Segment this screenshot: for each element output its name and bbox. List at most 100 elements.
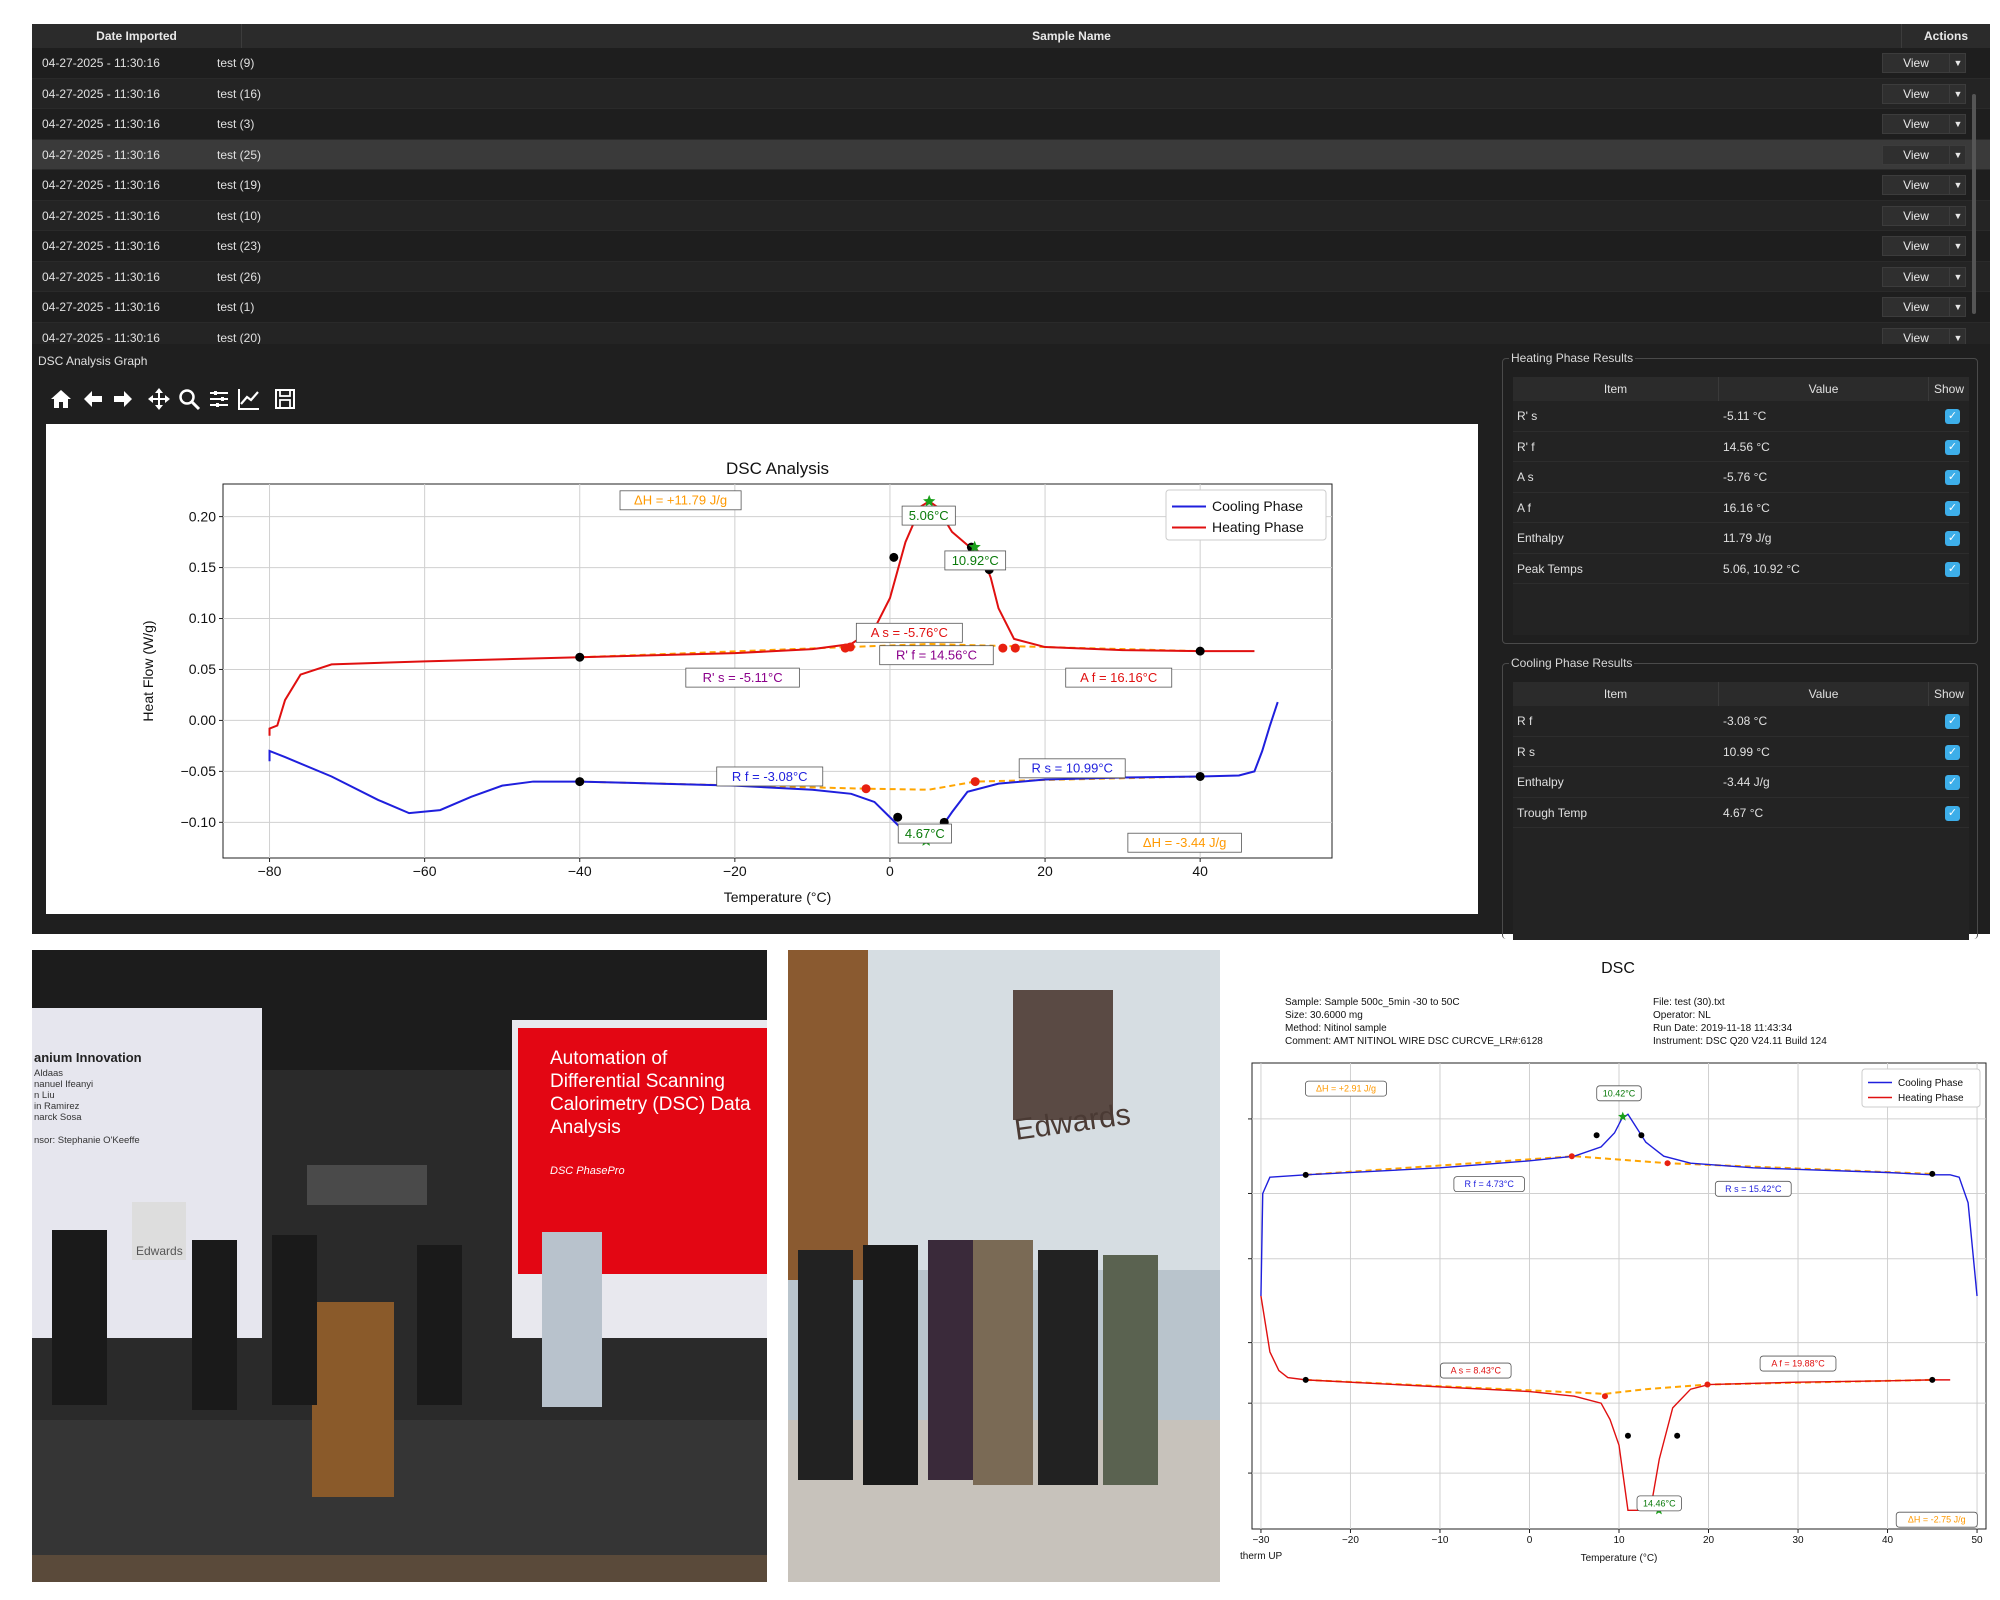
table-row[interactable]: 04-27-2025 - 11:30:16 test (3) View ▼ <box>32 109 1990 140</box>
view-button[interactable]: View <box>1883 115 1949 133</box>
edit-axis-icon[interactable] <box>236 386 262 412</box>
col-date-imported[interactable]: Date Imported <box>32 24 242 48</box>
view-action[interactable]: View ▼ <box>1882 327 1966 345</box>
zoom-icon[interactable] <box>176 386 202 412</box>
view-button[interactable]: View <box>1883 237 1949 255</box>
show-checkbox[interactable]: ✓ <box>1945 561 1960 577</box>
annotation-label: 5.06°C <box>909 508 949 523</box>
chevron-down-icon[interactable]: ▼ <box>1949 54 1966 72</box>
annotation-box: A f = 16.16°C <box>1065 667 1173 688</box>
view-action[interactable]: View ▼ <box>1882 175 1966 195</box>
table-row[interactable]: 04-27-2025 - 11:30:16 test (23) View ▼ <box>32 231 1990 262</box>
dsc-report-chart[interactable]: −30 −20 −10 0 10 20 30 40 50 Temperature (°C) ΔH =… <box>1240 950 1996 1590</box>
view-action[interactable]: View ▼ <box>1882 114 1966 134</box>
view-action[interactable]: View ▼ <box>1882 83 1966 104</box>
view-button[interactable]: View <box>1883 329 1949 345</box>
table-row[interactable]: 04-27-2025 - 11:30:16 test (19) View ▼ <box>32 170 1990 201</box>
table-row[interactable]: 04-27-2025 - 11:30:16 test (1) View ▼ <box>32 292 1990 323</box>
result-item: A f <box>1517 500 1532 515</box>
configure-subplots-icon[interactable] <box>206 386 232 412</box>
dsc-analysis-chart[interactable]: DSC Analysis −80 −60 −40 −20 0 20 40 0.20 0.15 0.1… <box>46 424 1478 914</box>
table-row[interactable]: 04-27-2025 - 11:30:16 test (20) View ▼ <box>32 322 1990 345</box>
view-action[interactable]: View ▼ <box>1882 144 1966 165</box>
show-checkbox[interactable]: ✓ <box>1945 714 1960 729</box>
result-item: R s <box>1517 744 1535 759</box>
pan-icon[interactable] <box>146 386 172 412</box>
home-icon[interactable] <box>48 386 74 412</box>
cooling-col-item[interactable]: Item <box>1513 682 1719 706</box>
col-sample-name[interactable]: Sample Name <box>242 24 1902 48</box>
table-row[interactable]: 04-27-2025 - 11:30:16 test (9) View ▼ <box>32 48 1990 79</box>
chevron-down-icon[interactable]: ▼ <box>1949 176 1966 194</box>
red-marker <box>970 777 980 787</box>
black-marker <box>1302 1376 1309 1383</box>
cooling-col-value[interactable]: Value <box>1719 682 1929 706</box>
view-button[interactable]: View <box>1883 54 1949 72</box>
view-button[interactable]: View <box>1883 268 1949 286</box>
table-row[interactable]: 04-27-2025 - 11:30:16 test (10) View ▼ <box>32 200 1990 231</box>
ceiling-monitor <box>307 1165 427 1205</box>
annotation-box: ΔH = -2.75 J/g <box>1895 1511 1978 1528</box>
show-checkbox[interactable]: ✓ <box>1945 470 1960 485</box>
annotation-label: 14.46°C <box>1643 1498 1676 1508</box>
table-row[interactable]: 04-27-2025 - 11:30:16 test (26) View ▼ <box>32 261 1990 292</box>
result-item: R' s <box>1517 409 1538 423</box>
show-checkbox[interactable]: ✓ <box>1945 775 1960 790</box>
heating-result-row: Peak Temps 5.06, 10.92 °C ✓ <box>1513 554 1969 584</box>
date-imported-cell: 04-27-2025 - 11:30:16 <box>42 300 160 314</box>
view-action[interactable]: View ▼ <box>1882 53 1966 73</box>
podium <box>312 1302 394 1497</box>
show-checkbox[interactable]: ✓ <box>1945 439 1960 455</box>
date-imported-cell: 04-27-2025 - 11:30:16 <box>42 56 160 70</box>
result-value: -5.11 °C <box>1723 409 1767 423</box>
show-checkbox[interactable]: ✓ <box>1945 805 1960 821</box>
annotation-box: 14.46°C <box>1636 1495 1682 1512</box>
black-marker <box>1624 1432 1631 1439</box>
x-tick-label: −80 <box>258 863 282 879</box>
chevron-down-icon[interactable]: ▼ <box>1949 145 1966 164</box>
show-checkbox[interactable]: ✓ <box>1945 744 1960 760</box>
heating-col-item[interactable]: Item <box>1513 377 1719 401</box>
view-button[interactable]: View <box>1883 298 1949 316</box>
view-action[interactable]: View ▼ <box>1882 205 1966 226</box>
view-button[interactable]: View <box>1883 85 1949 103</box>
chevron-down-icon[interactable]: ▼ <box>1949 84 1966 103</box>
report-corner-label: therm UP <box>1240 1551 1283 1562</box>
cooling-col-show[interactable]: Show <box>1929 682 1969 706</box>
view-button[interactable]: View <box>1883 146 1949 164</box>
black-marker <box>893 812 903 822</box>
dsc-analysis-plot[interactable]: DSC Analysis −80 −60 −40 −20 0 20 40 0.20 0.15 0.1… <box>46 424 1478 914</box>
chevron-down-icon[interactable]: ▼ <box>1949 115 1966 133</box>
heating-col-value[interactable]: Value <box>1719 377 1929 401</box>
col-actions[interactable]: Actions <box>1902 24 1990 48</box>
svg-text:Analysis: Analysis <box>550 1117 621 1138</box>
result-item: A s <box>1517 470 1534 484</box>
view-button[interactable]: View <box>1883 176 1949 194</box>
view-action[interactable]: View ▼ <box>1882 297 1966 317</box>
slide-logo-text: Edwards <box>136 1244 183 1258</box>
back-icon[interactable] <box>80 386 106 412</box>
table-row[interactable]: 04-27-2025 - 11:30:16 test (25) View ▼ <box>32 139 1990 170</box>
table-row[interactable]: 04-27-2025 - 11:30:16 test (16) View ▼ <box>32 78 1990 109</box>
chevron-down-icon[interactable]: ▼ <box>1949 267 1966 286</box>
red-marker <box>1601 1393 1608 1400</box>
annotation-label: ΔH = +2.91 J/g <box>1316 1084 1376 1094</box>
show-checkbox[interactable]: ✓ <box>1945 500 1960 516</box>
chevron-down-icon[interactable]: ▼ <box>1949 328 1966 344</box>
result-item: Enthalpy <box>1517 775 1564 789</box>
view-button[interactable]: View <box>1883 207 1949 225</box>
x-axis-label: Temperature (°C) <box>724 889 832 905</box>
heating-col-show[interactable]: Show <box>1929 377 1969 401</box>
chevron-down-icon[interactable]: ▼ <box>1949 206 1966 225</box>
view-action[interactable]: View ▼ <box>1882 236 1966 256</box>
save-icon[interactable] <box>272 386 298 412</box>
x-tick-label: −60 <box>413 863 437 879</box>
chevron-down-icon[interactable]: ▼ <box>1949 237 1966 255</box>
chevron-down-icon[interactable]: ▼ <box>1949 298 1966 316</box>
table-scrollbar[interactable] <box>1972 94 1976 314</box>
show-checkbox[interactable]: ✓ <box>1945 409 1960 424</box>
show-checkbox[interactable]: ✓ <box>1945 531 1960 546</box>
annotation-box: ΔH = -3.44 J/g <box>1127 832 1242 853</box>
forward-icon[interactable] <box>110 386 136 412</box>
view-action[interactable]: View ▼ <box>1882 266 1966 287</box>
